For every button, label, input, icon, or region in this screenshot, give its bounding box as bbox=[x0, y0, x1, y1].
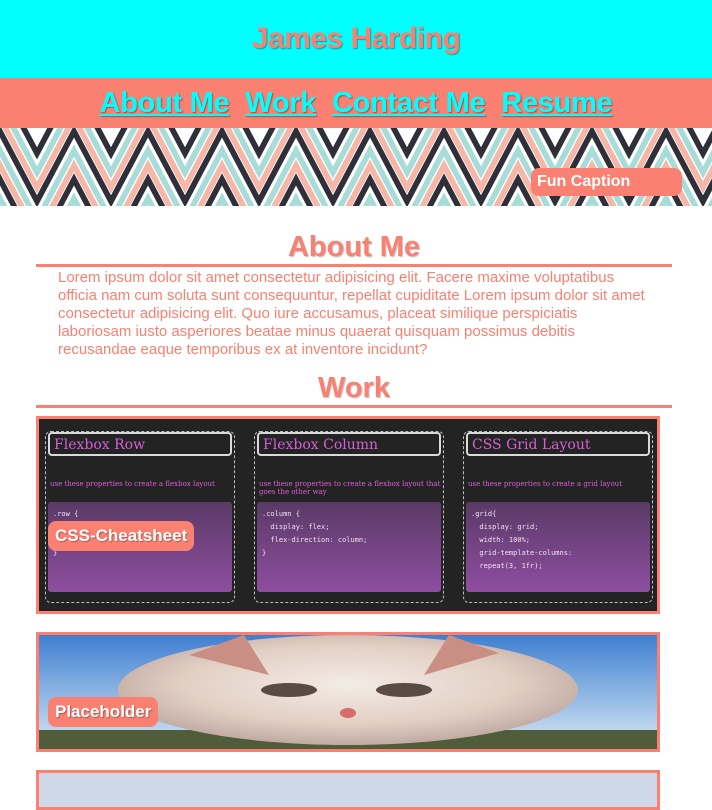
nav-link-contact[interactable]: Contact Me bbox=[332, 87, 486, 120]
nav-link-resume[interactable]: Resume bbox=[501, 87, 612, 120]
work-heading: Work bbox=[36, 371, 672, 408]
cheatsheet-column-title: Flexbox Column bbox=[257, 432, 441, 456]
cheatsheet-code-block: .column { display: flex; flex-direction:… bbox=[257, 502, 441, 592]
work-card-label[interactable]: Placeholder bbox=[48, 697, 159, 727]
site-header: James Harding bbox=[0, 0, 712, 78]
cheatsheet-column-desc: use these properties to create a flexbox… bbox=[259, 480, 441, 496]
about-heading: About Me bbox=[36, 230, 672, 267]
cheatsheet-column-title: CSS Grid Layout bbox=[466, 432, 650, 456]
hero-caption: Fun Caption bbox=[531, 168, 682, 196]
nav-link-about[interactable]: About Me bbox=[100, 87, 230, 120]
nav-link-work[interactable]: Work bbox=[245, 87, 316, 120]
work-card-placeholder[interactable]: Placeholder bbox=[36, 632, 660, 752]
main-content: About Me Lorem ipsum dolor sit amet cons… bbox=[0, 230, 712, 810]
cheatsheet-column-desc: use these properties to create a grid la… bbox=[468, 480, 623, 488]
main-nav: About Me Work Contact Me Resume bbox=[0, 78, 712, 128]
cheatsheet-column: Flexbox Column use these properties to c… bbox=[254, 431, 444, 603]
work-card-label[interactable]: CSS-Cheatsheet bbox=[48, 521, 195, 551]
about-text: Lorem ipsum dolor sit amet consectetur a… bbox=[58, 269, 645, 358]
cheatsheet-code-block: .grid{ display: grid; width: 100%; grid-… bbox=[466, 502, 650, 592]
cheatsheet-column: CSS Grid Layout use these properties to … bbox=[463, 431, 653, 603]
site-title: James Harding bbox=[251, 22, 461, 55]
work-card-third[interactable] bbox=[36, 770, 660, 810]
cheatsheet-column: Flexbox Row use these properties to crea… bbox=[45, 431, 235, 603]
cheatsheet-column-title: Flexbox Row bbox=[48, 432, 232, 456]
hero-banner: Fun Caption bbox=[0, 128, 712, 206]
cat-photo-image bbox=[39, 635, 657, 749]
cheatsheet-column-desc: use these properties to create a flexbox… bbox=[50, 480, 215, 488]
work-card-css-cheatsheet[interactable]: Flexbox Row use these properties to crea… bbox=[36, 416, 660, 614]
